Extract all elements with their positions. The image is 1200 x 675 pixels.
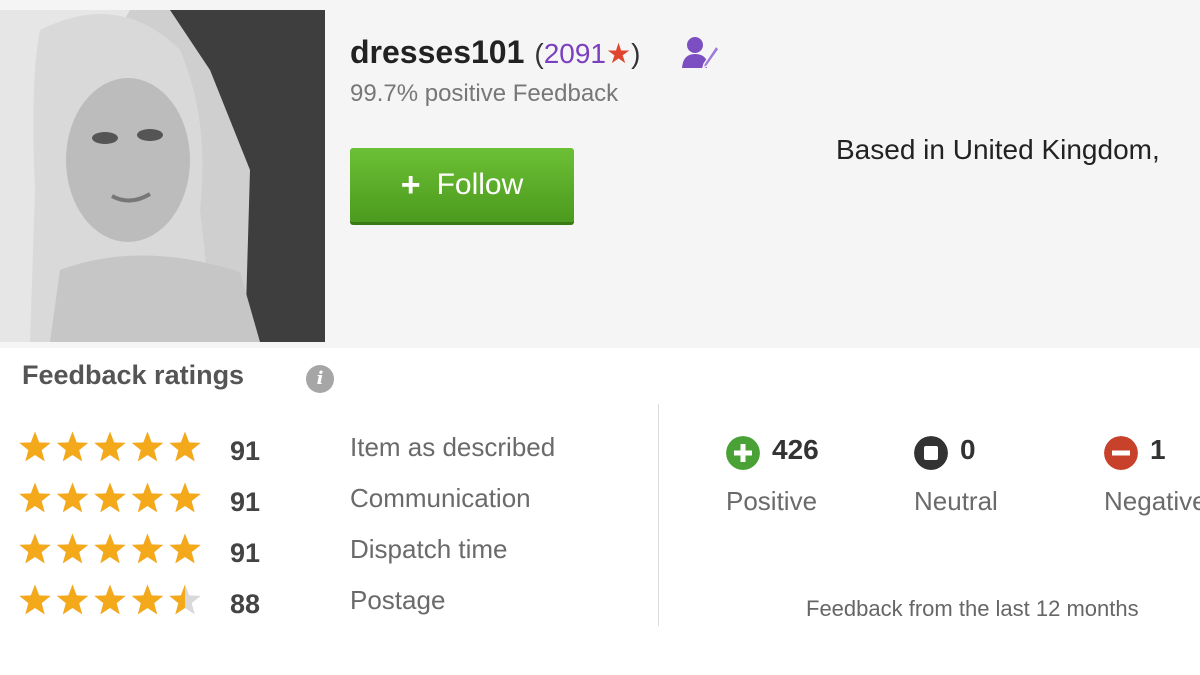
member-badge-icon[interactable] <box>680 34 720 70</box>
star-filled-icon <box>131 482 164 513</box>
star-filled-icon <box>56 533 89 564</box>
section-divider <box>658 404 659 626</box>
rating-value: 91 <box>230 538 261 568</box>
star-filled-icon <box>94 431 126 462</box>
follow-button[interactable]: + Follow <box>350 148 574 222</box>
star-filled-icon <box>94 533 126 564</box>
star-filled-icon <box>169 431 201 462</box>
rating-value: 91 <box>230 436 261 466</box>
score-open-paren: ( <box>534 38 544 69</box>
rating-value: 88 <box>230 589 261 619</box>
star-filled-icon <box>56 431 89 462</box>
star-filled-icon <box>131 431 164 462</box>
neutral-count-value: 0 <box>960 434 976 465</box>
info-icon[interactable]: i <box>306 365 334 393</box>
feedback-ratings-title: Feedback ratings <box>22 360 245 390</box>
star-filled-icon <box>56 584 89 615</box>
star-rating-icon <box>19 431 201 462</box>
star-rating-icon <box>19 482 201 513</box>
star-rating-icon <box>19 533 201 564</box>
star-filled-icon <box>19 431 51 462</box>
negative-count-value: 1 <box>1150 434 1166 465</box>
rating-label: Item as described <box>350 432 556 462</box>
star-filled-icon <box>131 533 164 564</box>
star-filled-icon <box>131 584 164 615</box>
rating-value: 91 <box>230 487 261 517</box>
star-filled-icon <box>19 533 51 564</box>
neutral-count-label: Neutral <box>914 486 998 516</box>
rating-label: Communication <box>350 483 531 513</box>
feedback-period-note: Feedback from the last 12 months <box>806 596 1139 621</box>
negative-count-label: Negative <box>1104 486 1200 516</box>
plus-circle-icon <box>726 436 760 470</box>
star-rating-icon <box>19 584 201 615</box>
star-filled-icon <box>94 482 126 513</box>
seller-location: Based in United Kingdom, <box>836 134 1160 165</box>
positive-count-label: Positive <box>726 486 818 516</box>
star-filled-icon <box>19 482 51 513</box>
seller-username[interactable]: dresses101 <box>350 34 524 71</box>
star-filled-icon <box>169 533 201 564</box>
star-icon: ★ <box>606 38 632 69</box>
positive-feedback-percent: 99.7% positive Feedback <box>350 80 619 107</box>
star-filled-icon <box>94 584 126 615</box>
rating-label: Dispatch time <box>350 534 508 564</box>
profile-photo[interactable] <box>0 10 325 342</box>
positive-count-value: 426 <box>772 434 819 465</box>
plus-icon: + <box>400 165 421 204</box>
neutral-circle-icon <box>914 436 948 470</box>
seller-username-line: dresses101 (2091★) <box>350 34 640 71</box>
feedback-score[interactable]: (2091★) <box>534 37 640 70</box>
minus-circle-icon <box>1104 436 1138 470</box>
star-filled-icon <box>56 482 89 513</box>
follow-label: Follow <box>436 168 524 201</box>
star-filled-icon <box>169 482 201 513</box>
rating-label: Postage <box>350 585 446 615</box>
star-filled-icon <box>19 584 51 615</box>
score-close-paren: ) <box>631 38 641 69</box>
feedback-score-value: 2091 <box>543 38 606 69</box>
